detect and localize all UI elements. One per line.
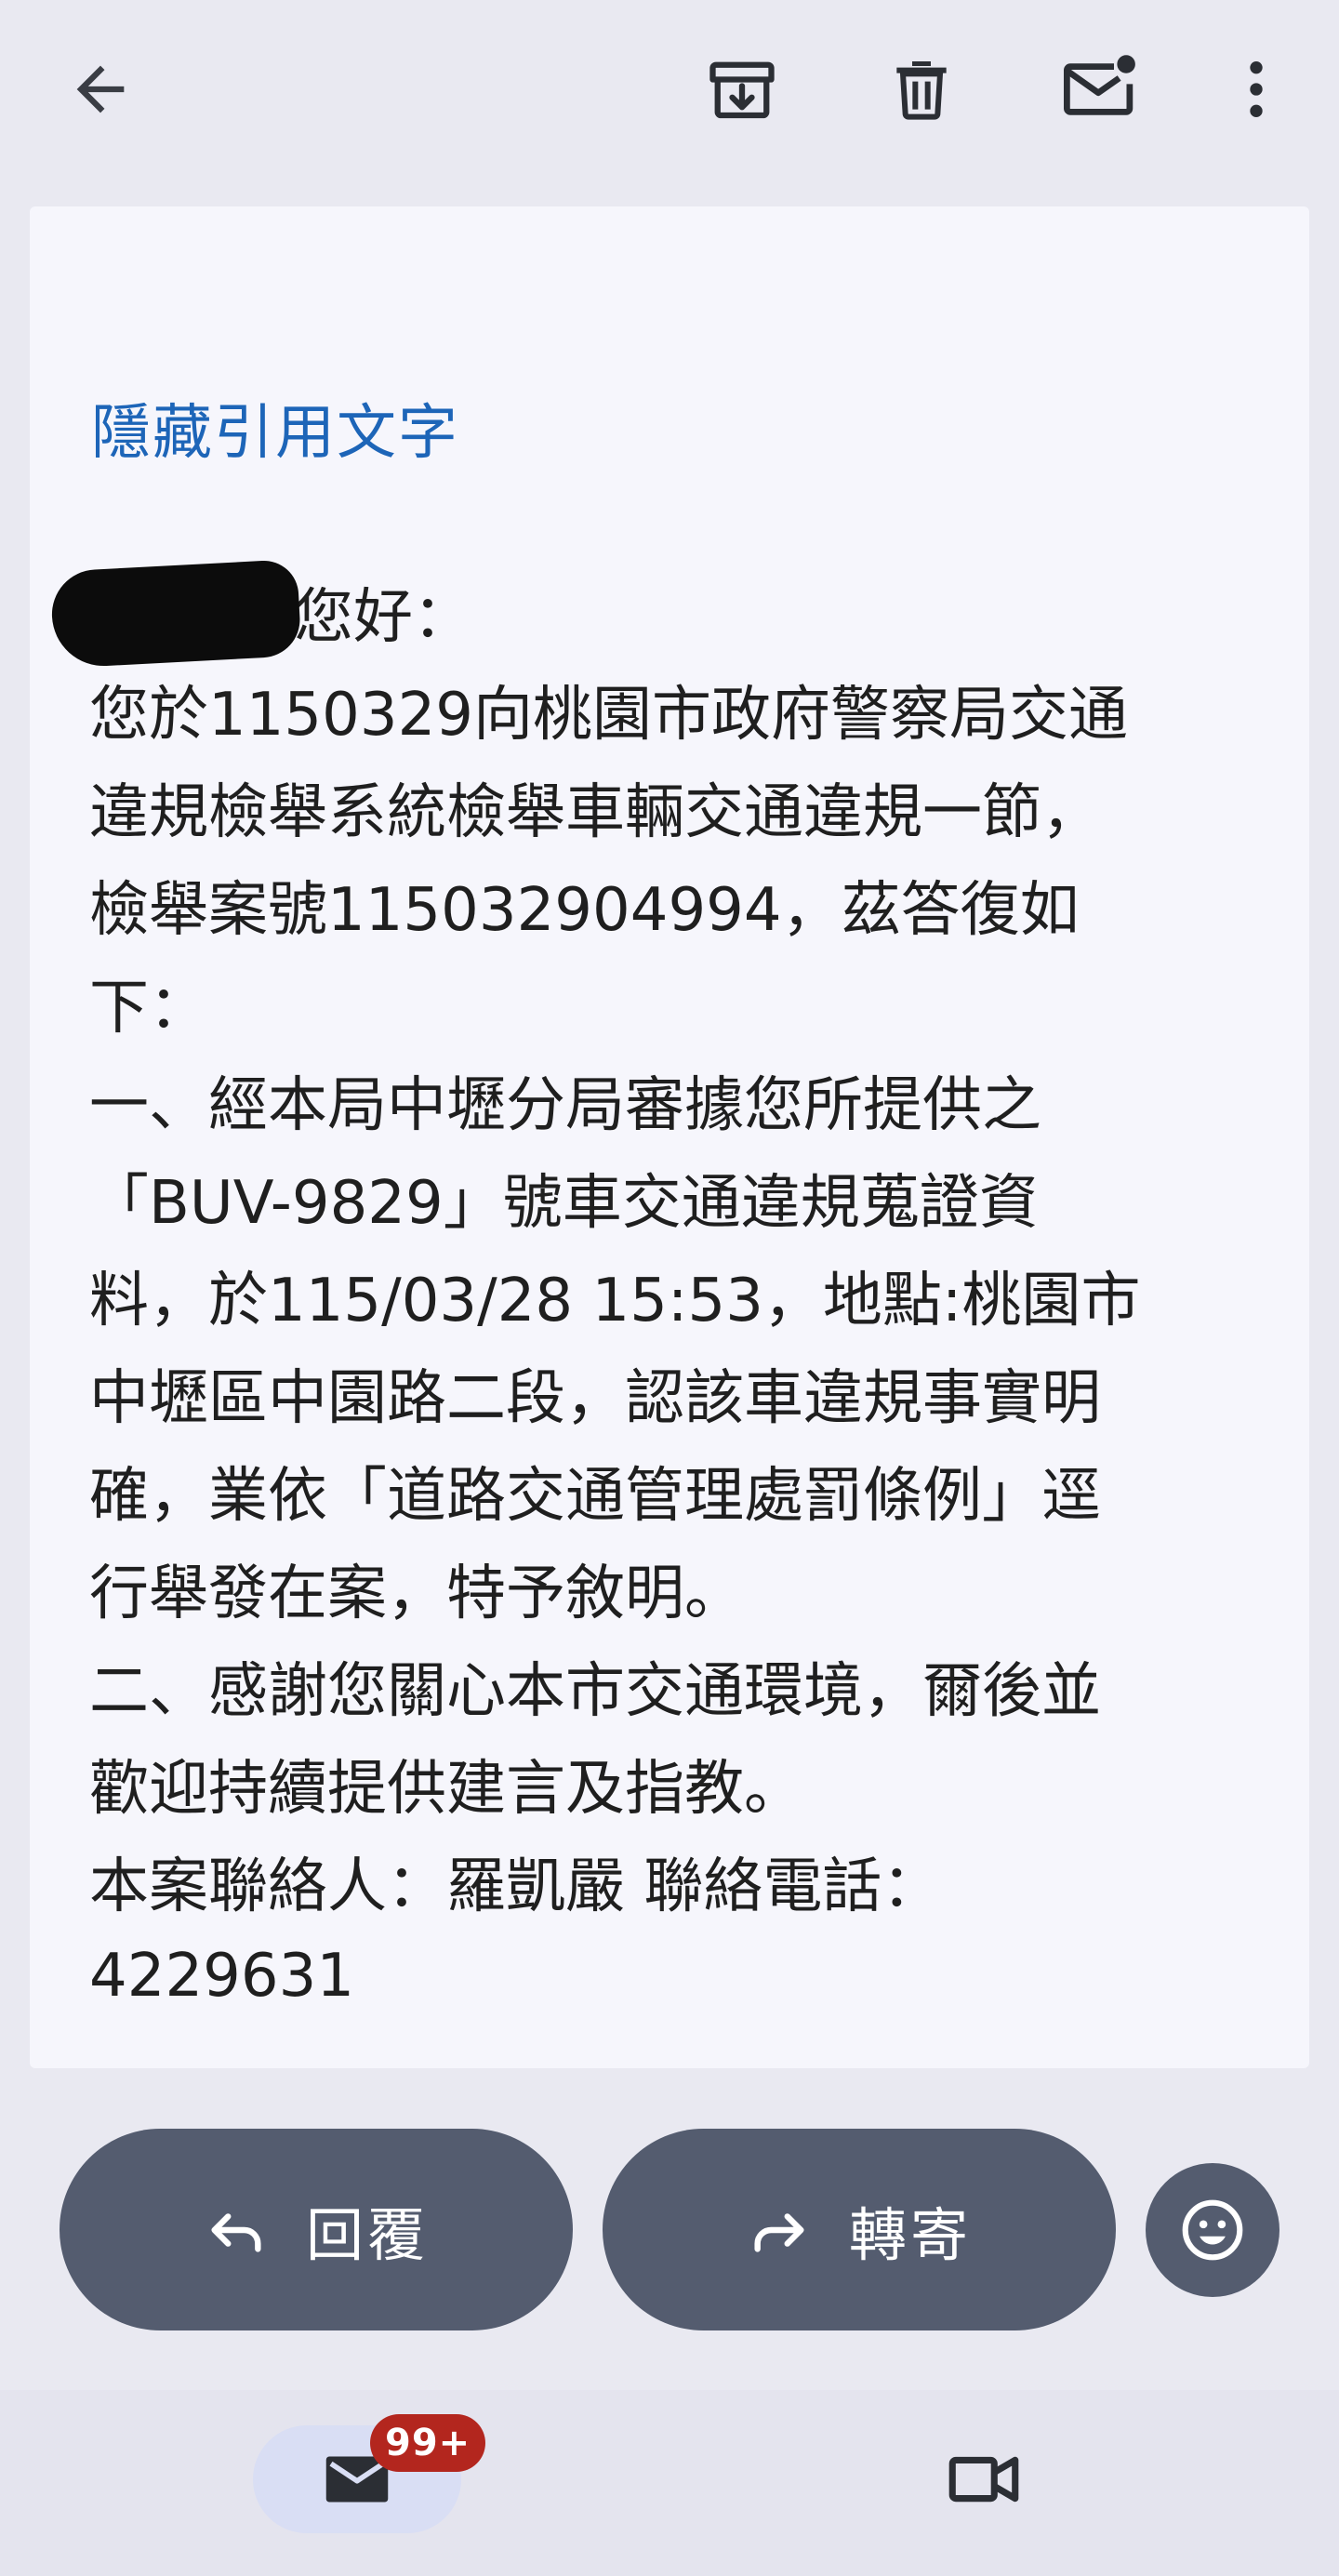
redacted-name [49,559,302,669]
reply-icon [211,2212,261,2252]
email-view-screen: 隱藏引用文字 您好： 您於1150329向桃園市政府警察局交通 違規檢舉系統檢舉… [0,0,1339,2576]
emoji-reaction-button[interactable] [1146,2163,1279,2297]
forward-icon [754,2212,804,2252]
body-line: 檢舉案號115032904994，茲答復如 [89,876,1080,945]
phone-line: 4229631 [89,1942,355,2011]
body-line: 違規檢舉系統檢舉車輛交通違規一節， [89,778,1101,847]
video-camera-icon [948,2456,1019,2503]
archive-icon [709,61,775,119]
reply-label: 回覆 [305,2200,429,2269]
message-body: 您好： 您於1150329向桃園市政府警察局交通 違規檢舉系統檢舉車輛交通違規一… [89,569,1261,2025]
body-line: 歡迎持續提供建言及指教。 [89,1755,803,1824]
hide-quoted-text-link[interactable]: 隱藏引用文字 [91,391,459,476]
reply-button[interactable]: 回覆 [60,2129,573,2330]
body-line: 下： [89,974,208,1042]
trash-icon [896,61,947,120]
body-line: 料，於115/03/28 15:53，地點:桃園市 [89,1267,1141,1335]
delete-button[interactable] [866,33,977,145]
mail-unread-icon [1064,55,1135,115]
nav-meet-tab[interactable] [921,2425,1047,2533]
bottom-navigation: 99+ [0,2390,1339,2576]
forward-label: 轉寄 [848,2200,972,2269]
body-line: 中壢區中園路二段，認該車違規事實明 [89,1364,1101,1433]
unread-count-badge: 99+ [370,2414,486,2472]
mark-unread-button[interactable] [1044,33,1156,145]
contact-line: 本案聯絡人：羅凱嚴 聯絡電話： [89,1852,942,1921]
body-line: 一、經本局中壢分局審據您所提供之 [89,1071,1041,1140]
body-line: 確，業依「道路交通管理處罰條例」逕 [89,1462,1101,1531]
forward-button[interactable]: 轉寄 [603,2129,1116,2330]
body-line: 行舉發在案，特予敘明。 [89,1560,744,1628]
more-options-button[interactable] [1200,33,1312,145]
arrow-back-icon [76,65,125,113]
body-line: 二、感謝您關心本市交通環境，爾後並 [89,1657,1101,1726]
top-app-bar [0,0,1339,206]
emoji-icon [1182,2199,1243,2261]
archive-button[interactable] [686,33,798,145]
body-line: 「BUV-9829」號車交通違規蒐證資 [89,1169,1039,1238]
body-line: 您於1150329向桃園市政府警察局交通 [89,681,1129,750]
back-button[interactable] [45,33,156,145]
more-vert-icon [1250,61,1263,117]
